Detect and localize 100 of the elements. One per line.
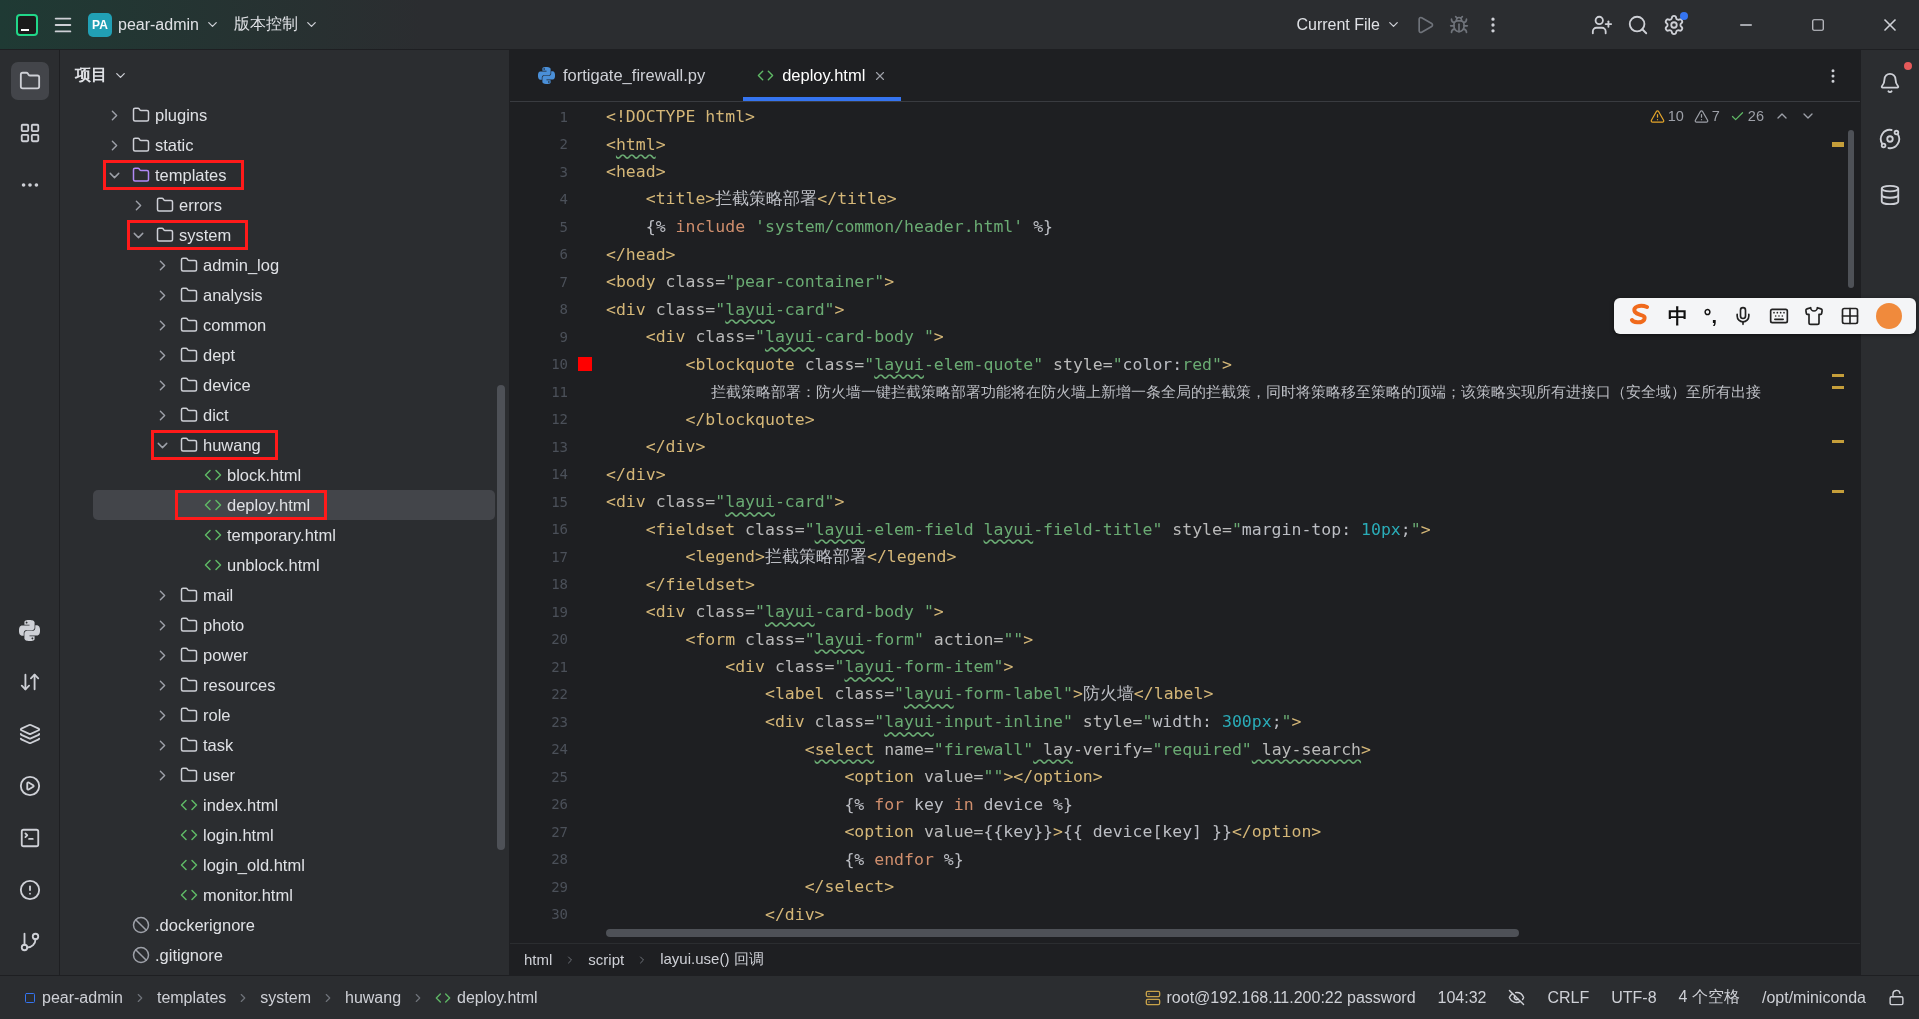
tree-row[interactable]: huwang <box>93 430 495 460</box>
tree-row[interactable]: photo <box>93 610 495 640</box>
tree-item-label: block.html <box>227 465 302 485</box>
warning-icon[interactable] <box>1649 108 1665 124</box>
bug-icon[interactable] <box>1449 14 1469 35</box>
path-segment[interactable]: huwang <box>345 988 402 1007</box>
tree-row[interactable]: templates <box>93 160 495 190</box>
tree-item-label: login_old.html <box>203 855 305 875</box>
code-line: <option value=""></option> <box>843 767 1103 787</box>
vcs-menu[interactable]: 版本控制 <box>233 14 298 35</box>
keyboard-icon[interactable] <box>1768 306 1789 326</box>
tree-item-label: static <box>155 135 194 155</box>
input-mode[interactable]: 中 <box>1667 302 1688 330</box>
tree-row[interactable]: errors <box>93 190 495 220</box>
tree-row[interactable]: .gitignore <box>93 940 495 970</box>
tree-row[interactable]: .dockerignore <box>93 910 495 940</box>
punctuation-mode[interactable]: °, <box>1703 304 1718 328</box>
tree-row[interactable]: resources <box>93 670 495 700</box>
tree-row[interactable]: mail <box>93 580 495 610</box>
tree-row[interactable]: plugins <box>93 100 495 130</box>
scrollbar-thumb[interactable] <box>1848 130 1854 288</box>
tree-row[interactable]: device <box>93 370 495 400</box>
tree-row[interactable]: unblock.html <box>93 550 495 580</box>
tree-item-label: role <box>203 705 231 725</box>
tree-row[interactable]: power <box>93 640 495 670</box>
tree-row[interactable]: login_old.html <box>93 850 495 880</box>
add-user-icon[interactable] <box>1591 13 1613 36</box>
folder-icon <box>180 676 198 694</box>
code-line: <div class="layui-card-body "> <box>644 327 944 347</box>
tree-row[interactable]: static <box>93 130 495 160</box>
code-line: <select name="firewall" lay-verify="required" lay-search> <box>803 739 1371 759</box>
breadcrumb[interactable]: html <box>524 951 553 968</box>
run-icon[interactable] <box>1415 14 1435 35</box>
path-segment[interactable]: pear-admin <box>42 988 123 1007</box>
eye-off-icon[interactable] <box>1508 989 1526 1006</box>
run-config-selector[interactable]: Current File <box>1296 15 1380 34</box>
code-line: <fieldset class="layui-elem-field layui-field-title" style="margin-top: 10px;"> <box>644 519 1431 539</box>
remote-host[interactable]: root@192.168.11.200:22 password <box>1166 988 1416 1007</box>
folder-icon <box>132 106 150 124</box>
tree-item-label: plugins <box>155 105 208 125</box>
editor-tab[interactable]: fortigate_firewall.py <box>524 50 720 101</box>
inspection-count[interactable]: 7 <box>1711 108 1720 124</box>
search-icon[interactable] <box>1627 13 1649 36</box>
cursor-position[interactable]: 104:32 <box>1437 988 1487 1007</box>
tree-row[interactable]: user <box>93 760 495 790</box>
tree-row[interactable]: common <box>93 310 495 340</box>
breadcrumb[interactable]: layui.use() 回调 <box>660 950 764 969</box>
code-line: <html> <box>606 134 666 154</box>
panel-title[interactable]: 项目 <box>75 64 107 86</box>
tree-row[interactable]: task <box>93 730 495 760</box>
tree-item-label: photo <box>203 615 245 635</box>
tree-row[interactable]: login.html <box>93 820 495 850</box>
folder-icon <box>180 706 198 724</box>
settings-icon[interactable] <box>1663 13 1685 36</box>
tree-row[interactable]: admin_log <box>93 250 495 280</box>
tree-row[interactable]: block.html <box>93 460 495 490</box>
grid-icon[interactable] <box>1840 306 1861 326</box>
scrollbar-thumb[interactable] <box>606 929 1519 937</box>
code-line: </select> <box>803 877 895 897</box>
tree-row[interactable]: dict <box>93 400 495 430</box>
app-logo-icon[interactable] <box>16 13 38 36</box>
indent-setting[interactable]: 4 个空格 <box>1678 987 1740 1008</box>
encoding[interactable]: UTF-8 <box>1611 988 1657 1007</box>
line-separator[interactable]: CRLF <box>1547 988 1590 1007</box>
path-segment[interactable]: deploy.html <box>457 988 538 1007</box>
tree-item-label: dept <box>203 345 236 365</box>
path-segment[interactable]: system <box>260 988 311 1007</box>
code-line: <div class="layui-card"> <box>606 492 845 512</box>
tree-row[interactable]: analysis <box>93 280 495 310</box>
folder-icon <box>180 766 198 784</box>
project-name[interactable]: pear-admin <box>118 15 199 34</box>
folder-icon <box>132 166 150 184</box>
code-line: <div class="layui-card-body "> <box>644 602 944 622</box>
breakpoint-marker[interactable] <box>578 357 592 372</box>
unlock-icon[interactable] <box>1888 989 1905 1006</box>
inspection-count[interactable]: 10 <box>1667 108 1684 124</box>
code-line: <head> <box>606 162 666 182</box>
tab-label: deploy.html <box>782 66 866 85</box>
tree-row[interactable]: dept <box>93 340 495 370</box>
warning-icon[interactable] <box>1693 108 1709 124</box>
code-line: {% for key in device %} <box>843 794 1073 814</box>
tree-row[interactable]: index.html <box>93 790 495 820</box>
tree-row[interactable]: system <box>93 220 495 250</box>
tree-row[interactable]: monitor.html <box>93 880 495 910</box>
breadcrumb[interactable]: script <box>588 951 625 968</box>
tree-row[interactable]: temporary.html <box>93 520 495 550</box>
scrollbar-thumb[interactable] <box>497 385 505 850</box>
tree-row[interactable]: deploy.html <box>93 490 495 520</box>
tree-item-label: .dockerignore <box>155 915 255 935</box>
inspection-count[interactable]: 26 <box>1747 108 1764 124</box>
tree-row[interactable]: role <box>93 700 495 730</box>
interpreter[interactable]: /opt/miniconda <box>1761 988 1866 1007</box>
project-folder-icon[interactable] <box>10 62 49 100</box>
tree-item-label: temporary.html <box>227 525 336 545</box>
folder-icon <box>180 586 198 604</box>
shirt-icon[interactable] <box>1804 306 1825 326</box>
folder-icon <box>180 436 198 454</box>
editor-tab[interactable]: deploy.html <box>743 50 902 101</box>
path-segment[interactable]: templates <box>156 988 227 1007</box>
code-line: <legend>拦截策略部署</legend> <box>684 545 957 568</box>
